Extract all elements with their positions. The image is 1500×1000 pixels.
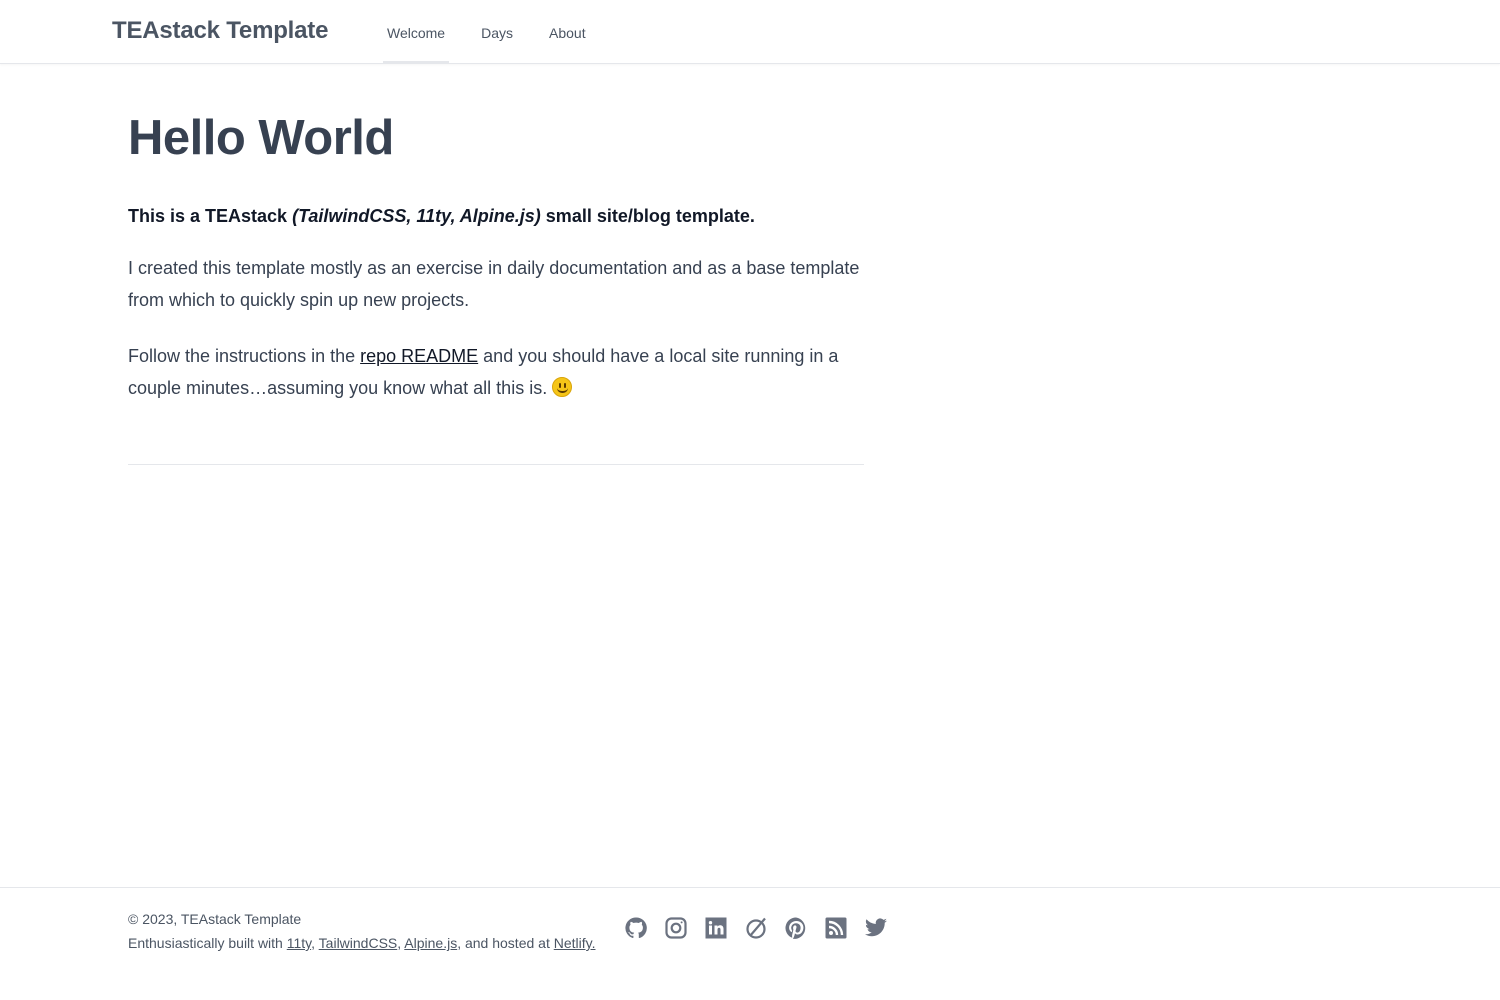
link-tailwindcss[interactable]: TailwindCSS [319,935,398,951]
hosted-at-text: , and hosted at [457,935,554,951]
main-content: Hello World This is a TEAstack (Tailwind… [128,96,864,404]
page-title: Hello World [128,111,394,165]
nav-item-about[interactable]: About [545,0,590,64]
separator: , [311,935,319,951]
link-netlify[interactable]: Netlify. [554,935,596,951]
twitter-icon[interactable] [864,916,888,942]
github-icon[interactable] [624,916,648,942]
lead-text-end: small site/blog template. [540,206,755,226]
rss-icon[interactable] [824,916,848,942]
intro-paragraph: I created this template mostly as an exe… [128,258,860,310]
lead-text-start: This is a TEAstack [128,206,293,226]
letterboxd-icon[interactable] [744,916,768,942]
smiley-emoji-icon [552,377,573,397]
linkedin-icon[interactable] [704,916,728,942]
lead-paragraph: This is a TEAstack (TailwindCSS, 11ty, A… [128,204,864,228]
copyright-text: © 2023, TEAstack Template [128,911,302,927]
pinterest-icon[interactable] [784,916,808,942]
repo-readme-link[interactable]: repo README [360,346,478,366]
social-links [624,916,904,942]
footer-text: © 2023, TEAstack Template Enthusiastical… [128,907,595,955]
nav-item-days[interactable]: Days [477,0,517,64]
instructions-paragraph: Follow the instructions in the repo READ… [128,340,864,404]
lead-text-emphasis: (TailwindCSS, 11ty, Alpine.js) [292,206,541,226]
instructions-text-start: Follow the instructions in the [128,346,361,366]
nav-item-welcome[interactable]: Welcome [383,0,450,64]
main-nav: Welcome Days About [383,0,618,64]
link-11ty[interactable]: 11ty [287,935,311,951]
site-footer: © 2023, TEAstack Template Enthusiastical… [0,887,1500,1000]
built-with-text: Enthusiastically built with 11ty, Tailwi… [128,931,595,955]
site-brand-link[interactable]: TEAstack Template [112,17,328,45]
instagram-icon[interactable] [664,916,688,942]
link-alpinejs[interactable]: Alpine.js [404,935,457,951]
built-with-prefix: Enthusiastically built with [128,935,287,951]
content-divider [128,464,864,465]
site-header: TEAstack Template Welcome Days About [0,0,1500,64]
